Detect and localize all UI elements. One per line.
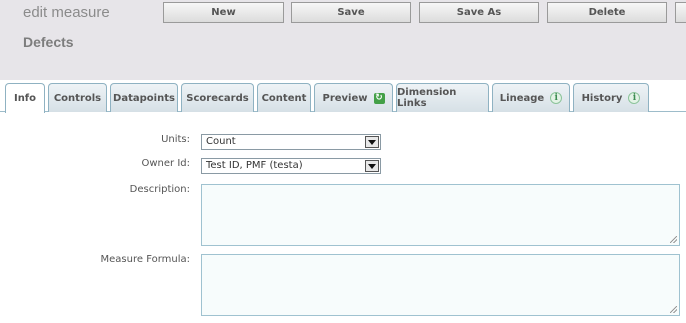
owner-id-label: Owner Id: <box>141 158 191 169</box>
measure-formula-label: Measure Formula: <box>100 254 190 265</box>
measure-formula-textarea[interactable] <box>201 254 680 316</box>
refresh-icon[interactable]: ↻ <box>373 92 385 104</box>
tab-info[interactable]: Info <box>5 83 45 113</box>
chevron-down-icon[interactable] <box>365 136 379 148</box>
description-label: Description: <box>129 184 190 195</box>
chevron-down-icon[interactable] <box>365 160 379 172</box>
delete-button[interactable]: Delete <box>547 2 667 23</box>
owner-id-select[interactable]: Test ID, PMF (testa) <box>201 158 381 174</box>
info-icon[interactable]: i <box>550 92 563 104</box>
tab-label: History <box>581 92 623 104</box>
tab-preview[interactable]: Preview ↻ <box>314 83 393 112</box>
measure-name: Defects <box>23 34 74 50</box>
tab-label: Datapoints <box>113 92 175 104</box>
resize-handle-icon[interactable] <box>670 236 677 243</box>
tab-label: Dimension Links <box>397 87 457 109</box>
overflow-button[interactable] <box>675 2 686 23</box>
page-title: edit measure <box>23 4 110 21</box>
save-button[interactable]: Save <box>291 2 411 23</box>
description-textarea[interactable] <box>201 184 680 246</box>
info-icon[interactable]: i <box>628 92 641 104</box>
units-value: Count <box>206 136 236 147</box>
tab-label: Content <box>261 92 307 104</box>
tab-dimension-links[interactable]: Dimension Links <box>396 83 489 112</box>
tab-controls[interactable]: Controls <box>48 83 107 112</box>
page-header: edit measure Defects New Save Save As De… <box>0 0 686 80</box>
units-label: Units: <box>161 134 190 145</box>
resize-handle-icon[interactable] <box>670 306 677 313</box>
save-as-button[interactable]: Save As <box>419 2 539 23</box>
tab-label: Lineage <box>499 92 545 104</box>
tab-datapoints[interactable]: Datapoints <box>110 83 178 112</box>
owner-id-value: Test ID, PMF (testa) <box>206 160 303 171</box>
tab-scorecards[interactable]: Scorecards <box>181 83 254 112</box>
units-select[interactable]: Count <box>201 134 381 150</box>
tab-label: Scorecards <box>186 92 249 104</box>
tab-label: Info <box>13 93 37 104</box>
tab-content[interactable]: Content <box>257 83 311 112</box>
tab-lineage[interactable]: Lineage i <box>492 83 570 112</box>
tab-label: Controls <box>53 92 102 104</box>
tab-history[interactable]: History i <box>573 83 649 112</box>
tab-label: Preview <box>322 92 368 104</box>
new-button[interactable]: New <box>163 2 284 23</box>
